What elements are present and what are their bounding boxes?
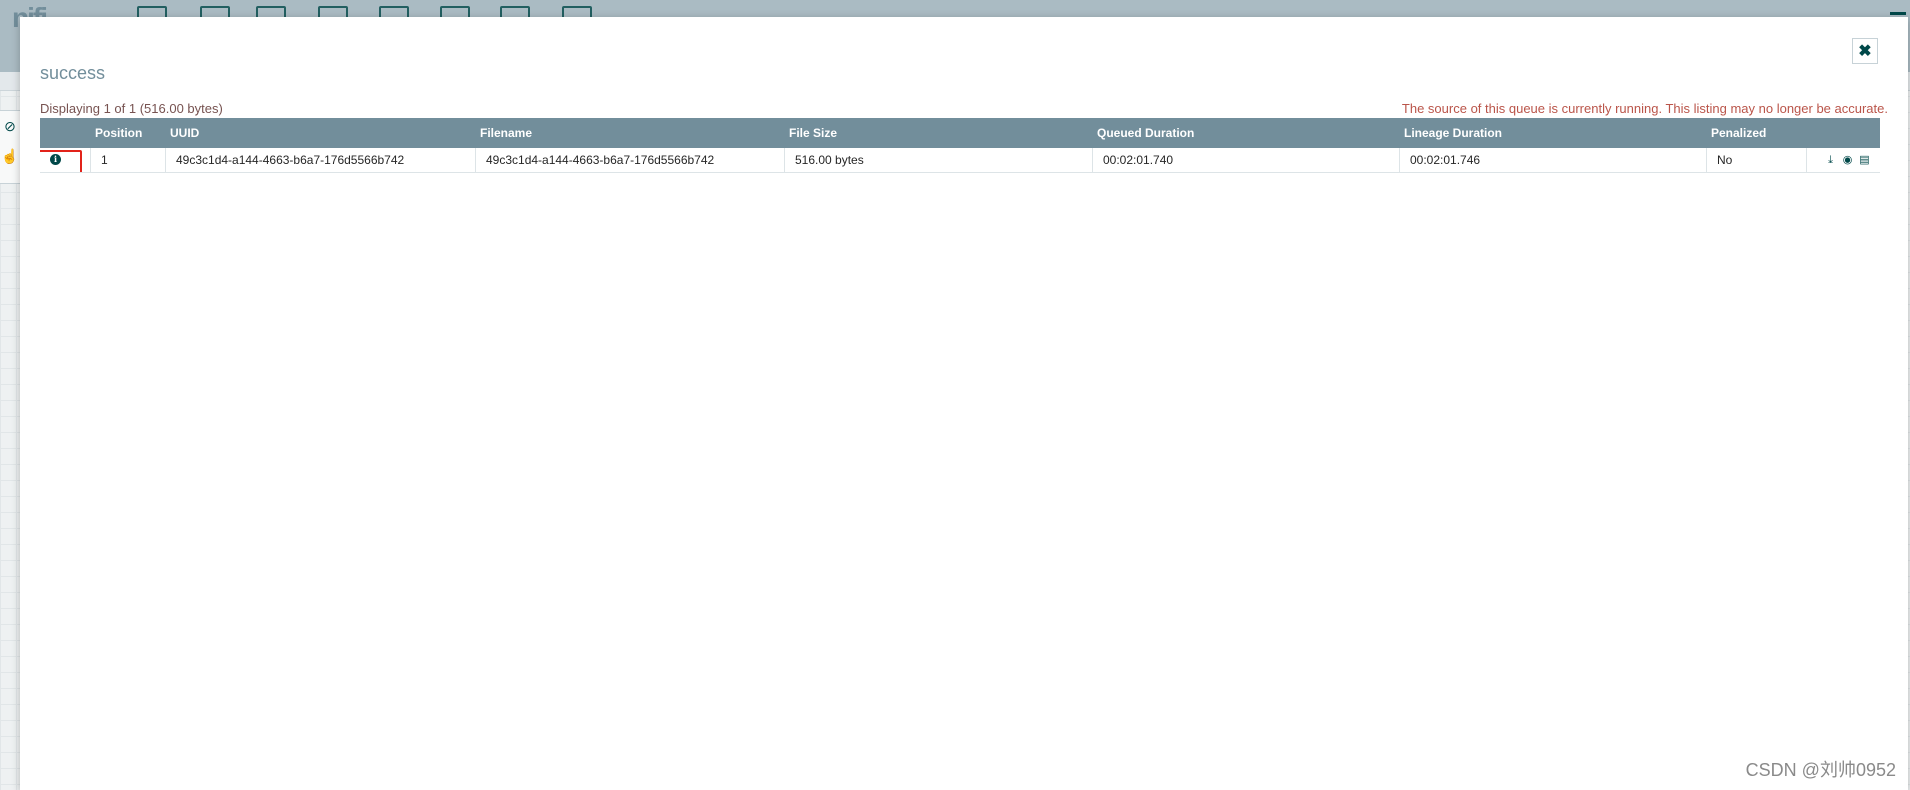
col-header-position[interactable]: Position [90, 118, 165, 148]
listing-summary: Displaying 1 of 1 (516.00 bytes) [40, 101, 223, 116]
cell-position: 1 [90, 148, 165, 172]
cell-uuid: 49c3c1d4-a144-4663-b6a7-176d5566b742 [165, 148, 475, 172]
cell-file-size: 516.00 bytes [784, 148, 1092, 172]
col-header-filename[interactable]: Filename [475, 118, 784, 148]
cell-actions: ⤓ ◉ ▤ [1806, 148, 1880, 172]
canvas-tools: ⊘ ☝ [0, 110, 21, 184]
provenance-icon[interactable]: ▤ [1859, 154, 1870, 166]
cell-filename: 49c3c1d4-a144-4663-b6a7-176d5566b742 [475, 148, 784, 172]
navigate-icon[interactable]: ⊘ [0, 111, 20, 141]
cell-penalized: No [1706, 148, 1806, 172]
col-header-penalized[interactable]: Penalized [1706, 118, 1806, 148]
highlight-annotation [40, 150, 82, 172]
close-button[interactable]: ✖ [1852, 38, 1878, 64]
pointer-icon[interactable]: ☝ [0, 141, 20, 171]
dialog-title: success [40, 63, 106, 83]
listing-warning: The source of this queue is currently ru… [1401, 101, 1888, 116]
view-icon[interactable]: ◉ [1842, 154, 1853, 166]
table-row[interactable]: i 1 49c3c1d4-a144-4663-b6a7-176d5566b742… [40, 148, 1880, 173]
details-cell[interactable]: i [40, 148, 90, 172]
col-header-uuid[interactable]: UUID [165, 118, 475, 148]
cell-lineage-duration: 00:02:01.746 [1399, 148, 1706, 172]
col-header-queued-duration[interactable]: Queued Duration [1092, 118, 1399, 148]
col-header-lineage-duration[interactable]: Lineage Duration [1399, 118, 1706, 148]
col-header-details [40, 118, 90, 148]
table-header: Position UUID Filename File Size Queued … [40, 118, 1880, 148]
download-icon[interactable]: ⤓ [1825, 154, 1836, 166]
col-header-file-size[interactable]: File Size [784, 118, 1092, 148]
cell-queued-duration: 00:02:01.740 [1092, 148, 1399, 172]
watermark: CSDN @刘帅0952 [1745, 760, 1896, 780]
queue-listing-dialog: success ✖ Displaying 1 of 1 (516.00 byte… [20, 17, 1908, 790]
queue-table: Position UUID Filename File Size Queued … [40, 118, 1880, 173]
close-icon: ✖ [1858, 43, 1872, 60]
col-header-actions [1806, 118, 1880, 148]
